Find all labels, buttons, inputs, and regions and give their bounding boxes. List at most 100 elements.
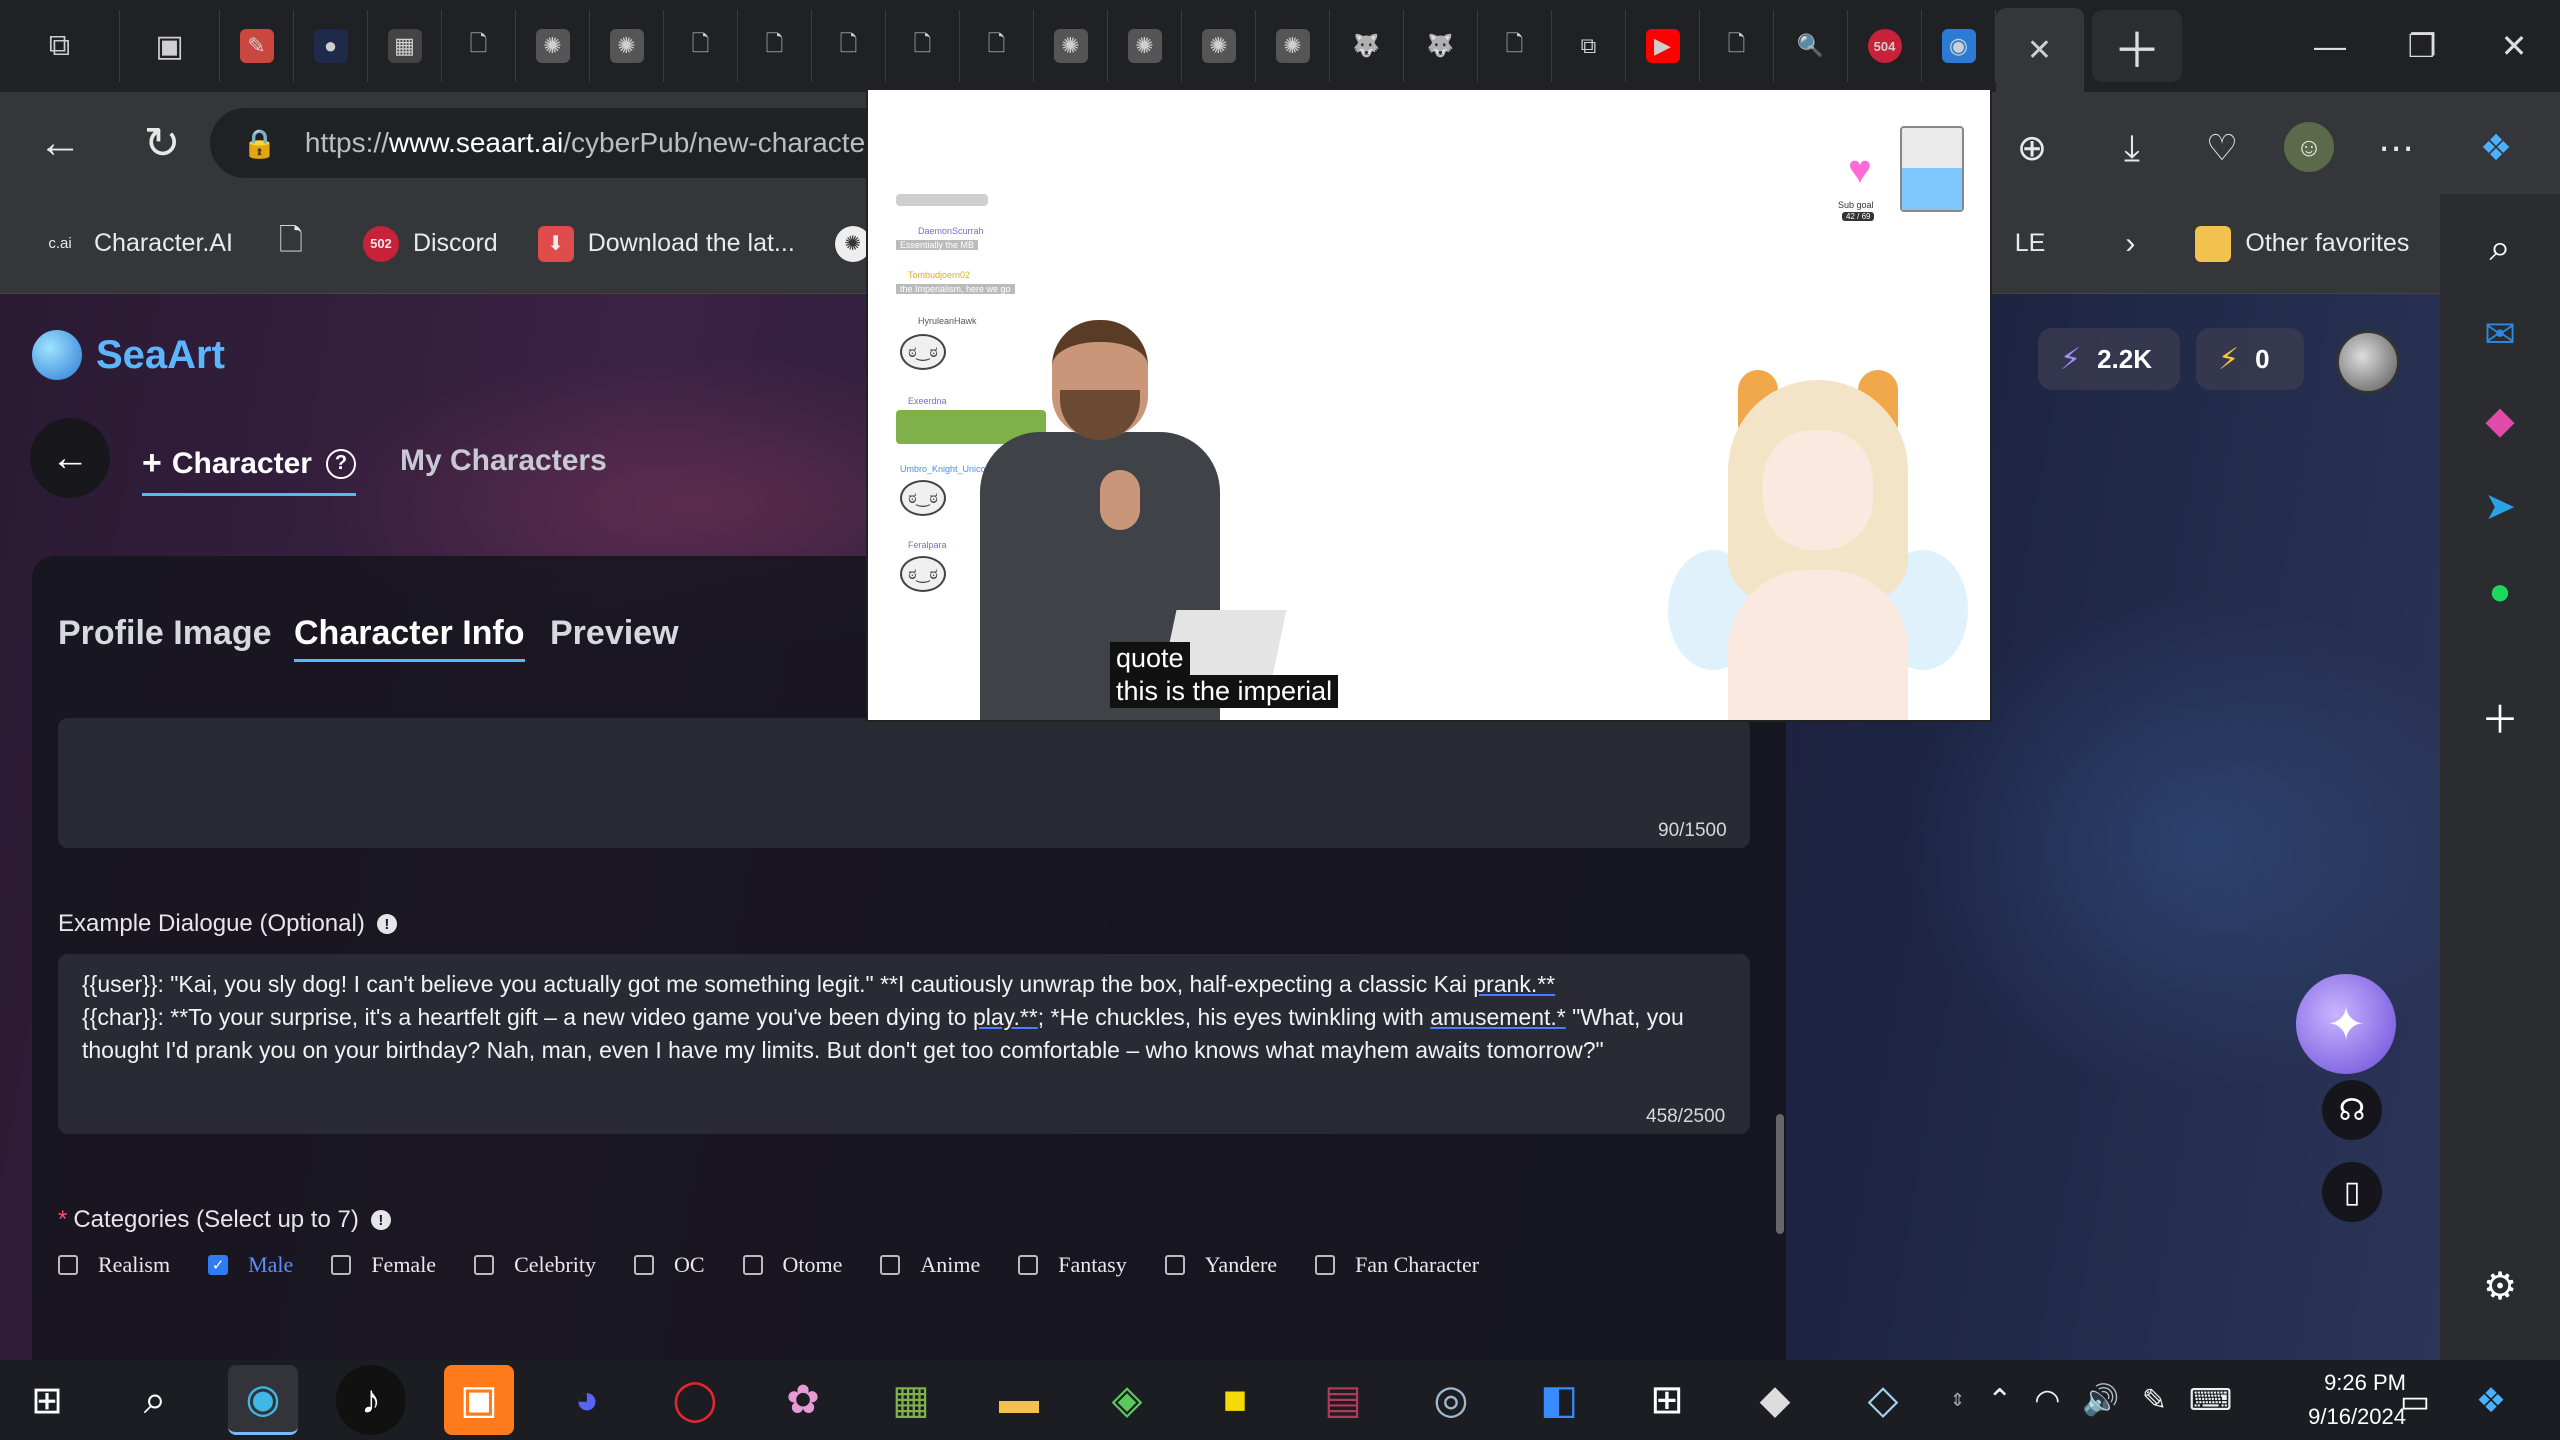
vertical-tabs-icon[interactable]: ▣ — [120, 10, 220, 82]
add-icon[interactable]: ＋ — [2468, 684, 2532, 748]
edge-browser-icon[interactable]: ◉ — [228, 1365, 298, 1435]
browser-essentials-icon[interactable]: ♡ — [2192, 118, 2252, 178]
description-textarea[interactable] — [58, 718, 1750, 848]
favorite-page[interactable]: 🗋 — [273, 224, 323, 262]
checkbox[interactable]: ✓ — [208, 1255, 229, 1275]
discord-icon[interactable]: ◕ — [552, 1365, 622, 1435]
search-icon[interactable]: ⌕ — [2468, 216, 2532, 280]
energy-badge[interactable]: ⚡ 0 — [2196, 328, 2304, 390]
credits-badge[interactable]: ⚡ 2.2K — [2038, 328, 2180, 390]
browser-tab[interactable]: 🗋 — [664, 10, 738, 82]
category-oc[interactable]: OC — [633, 1252, 705, 1278]
step-profile-image[interactable]: Profile Image — [58, 614, 272, 653]
designer-icon[interactable]: ◆ — [2468, 388, 2532, 452]
user-avatar[interactable] — [2336, 330, 2400, 394]
checkbox[interactable] — [633, 1255, 654, 1275]
tab-my-characters[interactable]: My Characters — [400, 444, 607, 478]
category-yandere[interactable]: Yandere — [1164, 1252, 1277, 1278]
profile-avatar[interactable]: ☺ — [2284, 122, 2334, 172]
refresh-icon[interactable]: ↻ — [116, 97, 208, 189]
browser-tab[interactable]: ✺ — [1182, 10, 1256, 82]
settings-gear-icon[interactable]: ⚙ — [2468, 1254, 2532, 1318]
minecraft-map-icon[interactable]: ▦ — [876, 1365, 946, 1435]
step-character-info[interactable]: Character Info — [294, 614, 525, 662]
app-blue-icon[interactable]: ◇ — [1848, 1365, 1918, 1435]
tiktok-icon[interactable]: ♪ — [336, 1365, 406, 1435]
outlook-icon[interactable]: ✉ — [2468, 302, 2532, 366]
volume-icon[interactable]: 🔊 — [2082, 1383, 2119, 1418]
category-fantasy[interactable]: Fantasy — [1018, 1252, 1127, 1278]
favorite-characterai[interactable]: c.ai Character.AI — [40, 226, 233, 262]
checkbox[interactable] — [474, 1255, 495, 1275]
seaart-logo[interactable]: SeaArt — [32, 330, 225, 380]
opera-icon[interactable]: ◯ — [660, 1365, 730, 1435]
checkbox[interactable] — [880, 1255, 901, 1275]
taskbar-scroll-icon[interactable]: ⇕ — [1950, 1390, 1965, 1411]
picture-in-picture-video[interactable]: DaemonScurrah Essentially the MB Tombudj… — [866, 88, 1992, 722]
browser-tab[interactable]: 🐺 — [1330, 10, 1404, 82]
example-dialogue-textarea[interactable]: {{user}}: "Kai, you sly dog! I can't bel… — [58, 954, 1750, 1134]
help-icon[interactable]: ? — [325, 448, 356, 479]
browser-tab[interactable]: 🗋 — [886, 10, 960, 82]
steam-icon[interactable]: ◎ — [1416, 1365, 1486, 1435]
pen-icon[interactable]: ✎ — [2142, 1383, 2167, 1418]
browser-tab[interactable]: 🐺 — [1404, 10, 1478, 82]
file-explorer-icon[interactable]: ▬ — [984, 1365, 1054, 1435]
app-orange-icon[interactable]: ▣ — [444, 1365, 514, 1435]
checkbox[interactable] — [742, 1255, 763, 1275]
browser-tab[interactable]: 🗋 — [960, 10, 1034, 82]
workspaces-icon[interactable]: ⧉ — [0, 10, 120, 82]
close-icon[interactable]: ✕ — [2027, 33, 2052, 68]
browser-tab[interactable]: ✺ — [516, 10, 590, 82]
checkbox[interactable] — [58, 1255, 78, 1275]
checkbox[interactable] — [331, 1255, 352, 1275]
checkbox[interactable] — [1018, 1255, 1039, 1275]
browser-tab[interactable]: ✺ — [1034, 10, 1108, 82]
roblox-icon[interactable]: ◆ — [1740, 1365, 1810, 1435]
roblox-studio-icon[interactable]: ◧ — [1524, 1365, 1594, 1435]
collections-icon[interactable]: ⊕ — [2002, 118, 2062, 178]
copilot-icon[interactable]: ❖ — [2456, 1366, 2526, 1436]
minimize-icon[interactable]: — — [2284, 0, 2376, 92]
category-fan-character[interactable]: Fan Character — [1315, 1252, 1479, 1278]
start-windows-icon[interactable]: ⊞ — [12, 1365, 82, 1435]
back-button[interactable]: ← — [30, 418, 110, 498]
browser-tab[interactable]: ⧉ — [1552, 10, 1626, 82]
browser-tab[interactable]: ✺ — [1108, 10, 1182, 82]
scrollbar-thumb[interactable] — [1776, 1114, 1784, 1234]
copilot-icon[interactable]: ❖ — [2466, 118, 2526, 178]
downloads-icon[interactable]: ⤓ — [2102, 118, 2162, 178]
new-tab-button[interactable]: ＋ — [2092, 10, 2182, 82]
tab-active-close[interactable]: ✕ — [1996, 8, 2084, 92]
search-icon[interactable]: ⌕ — [120, 1365, 190, 1435]
back-arrow-icon[interactable]: ← — [14, 97, 106, 189]
favorite-truncated[interactable]: LE — [2015, 229, 2046, 258]
category-male[interactable]: ✓ Male — [208, 1252, 293, 1278]
notifications-icon[interactable]: ▭ — [2380, 1366, 2450, 1436]
browser-tab[interactable]: 🗋 — [738, 10, 812, 82]
seaart-assistant-icon[interactable]: ✦ — [2296, 974, 2396, 1074]
category-anime[interactable]: Anime — [880, 1252, 980, 1278]
browser-tab[interactable]: ✺ — [590, 10, 664, 82]
restore-icon[interactable]: ❐ — [2376, 0, 2468, 92]
browser-tab[interactable]: ▶ — [1626, 10, 1700, 82]
browser-tab[interactable]: ✎ — [220, 10, 294, 82]
show-hidden-icons-icon[interactable]: ⌃ — [1987, 1383, 2012, 1418]
favorite-download[interactable]: ⬇ Download the lat... — [537, 225, 795, 262]
sticky-notes-icon[interactable]: ■ — [1200, 1365, 1270, 1435]
browser-tab[interactable]: ✺ — [1256, 10, 1330, 82]
category-realism[interactable]: Realism — [58, 1252, 170, 1278]
browser-tab[interactable]: 504 — [1848, 10, 1922, 82]
browser-tab[interactable]: 🗋 — [1700, 10, 1774, 82]
winrar-icon[interactable]: ▤ — [1308, 1365, 1378, 1435]
info-icon[interactable]: ! — [376, 914, 397, 934]
more-options-icon[interactable]: ⋯ — [2366, 118, 2426, 178]
microsoft-store-icon[interactable]: ⊞ — [1632, 1365, 1702, 1435]
browser-tab[interactable]: 🔍 — [1774, 10, 1848, 82]
other-favorites[interactable]: Other favorites — [2195, 225, 2409, 262]
spotify-icon[interactable]: ● — [2468, 560, 2532, 624]
browser-tab[interactable]: ▦ — [368, 10, 442, 82]
wifi-icon[interactable]: ◠ — [2034, 1383, 2060, 1418]
lock-icon[interactable]: 🔒 — [242, 127, 277, 160]
mobile-app-icon[interactable]: ▯ — [2322, 1162, 2382, 1222]
